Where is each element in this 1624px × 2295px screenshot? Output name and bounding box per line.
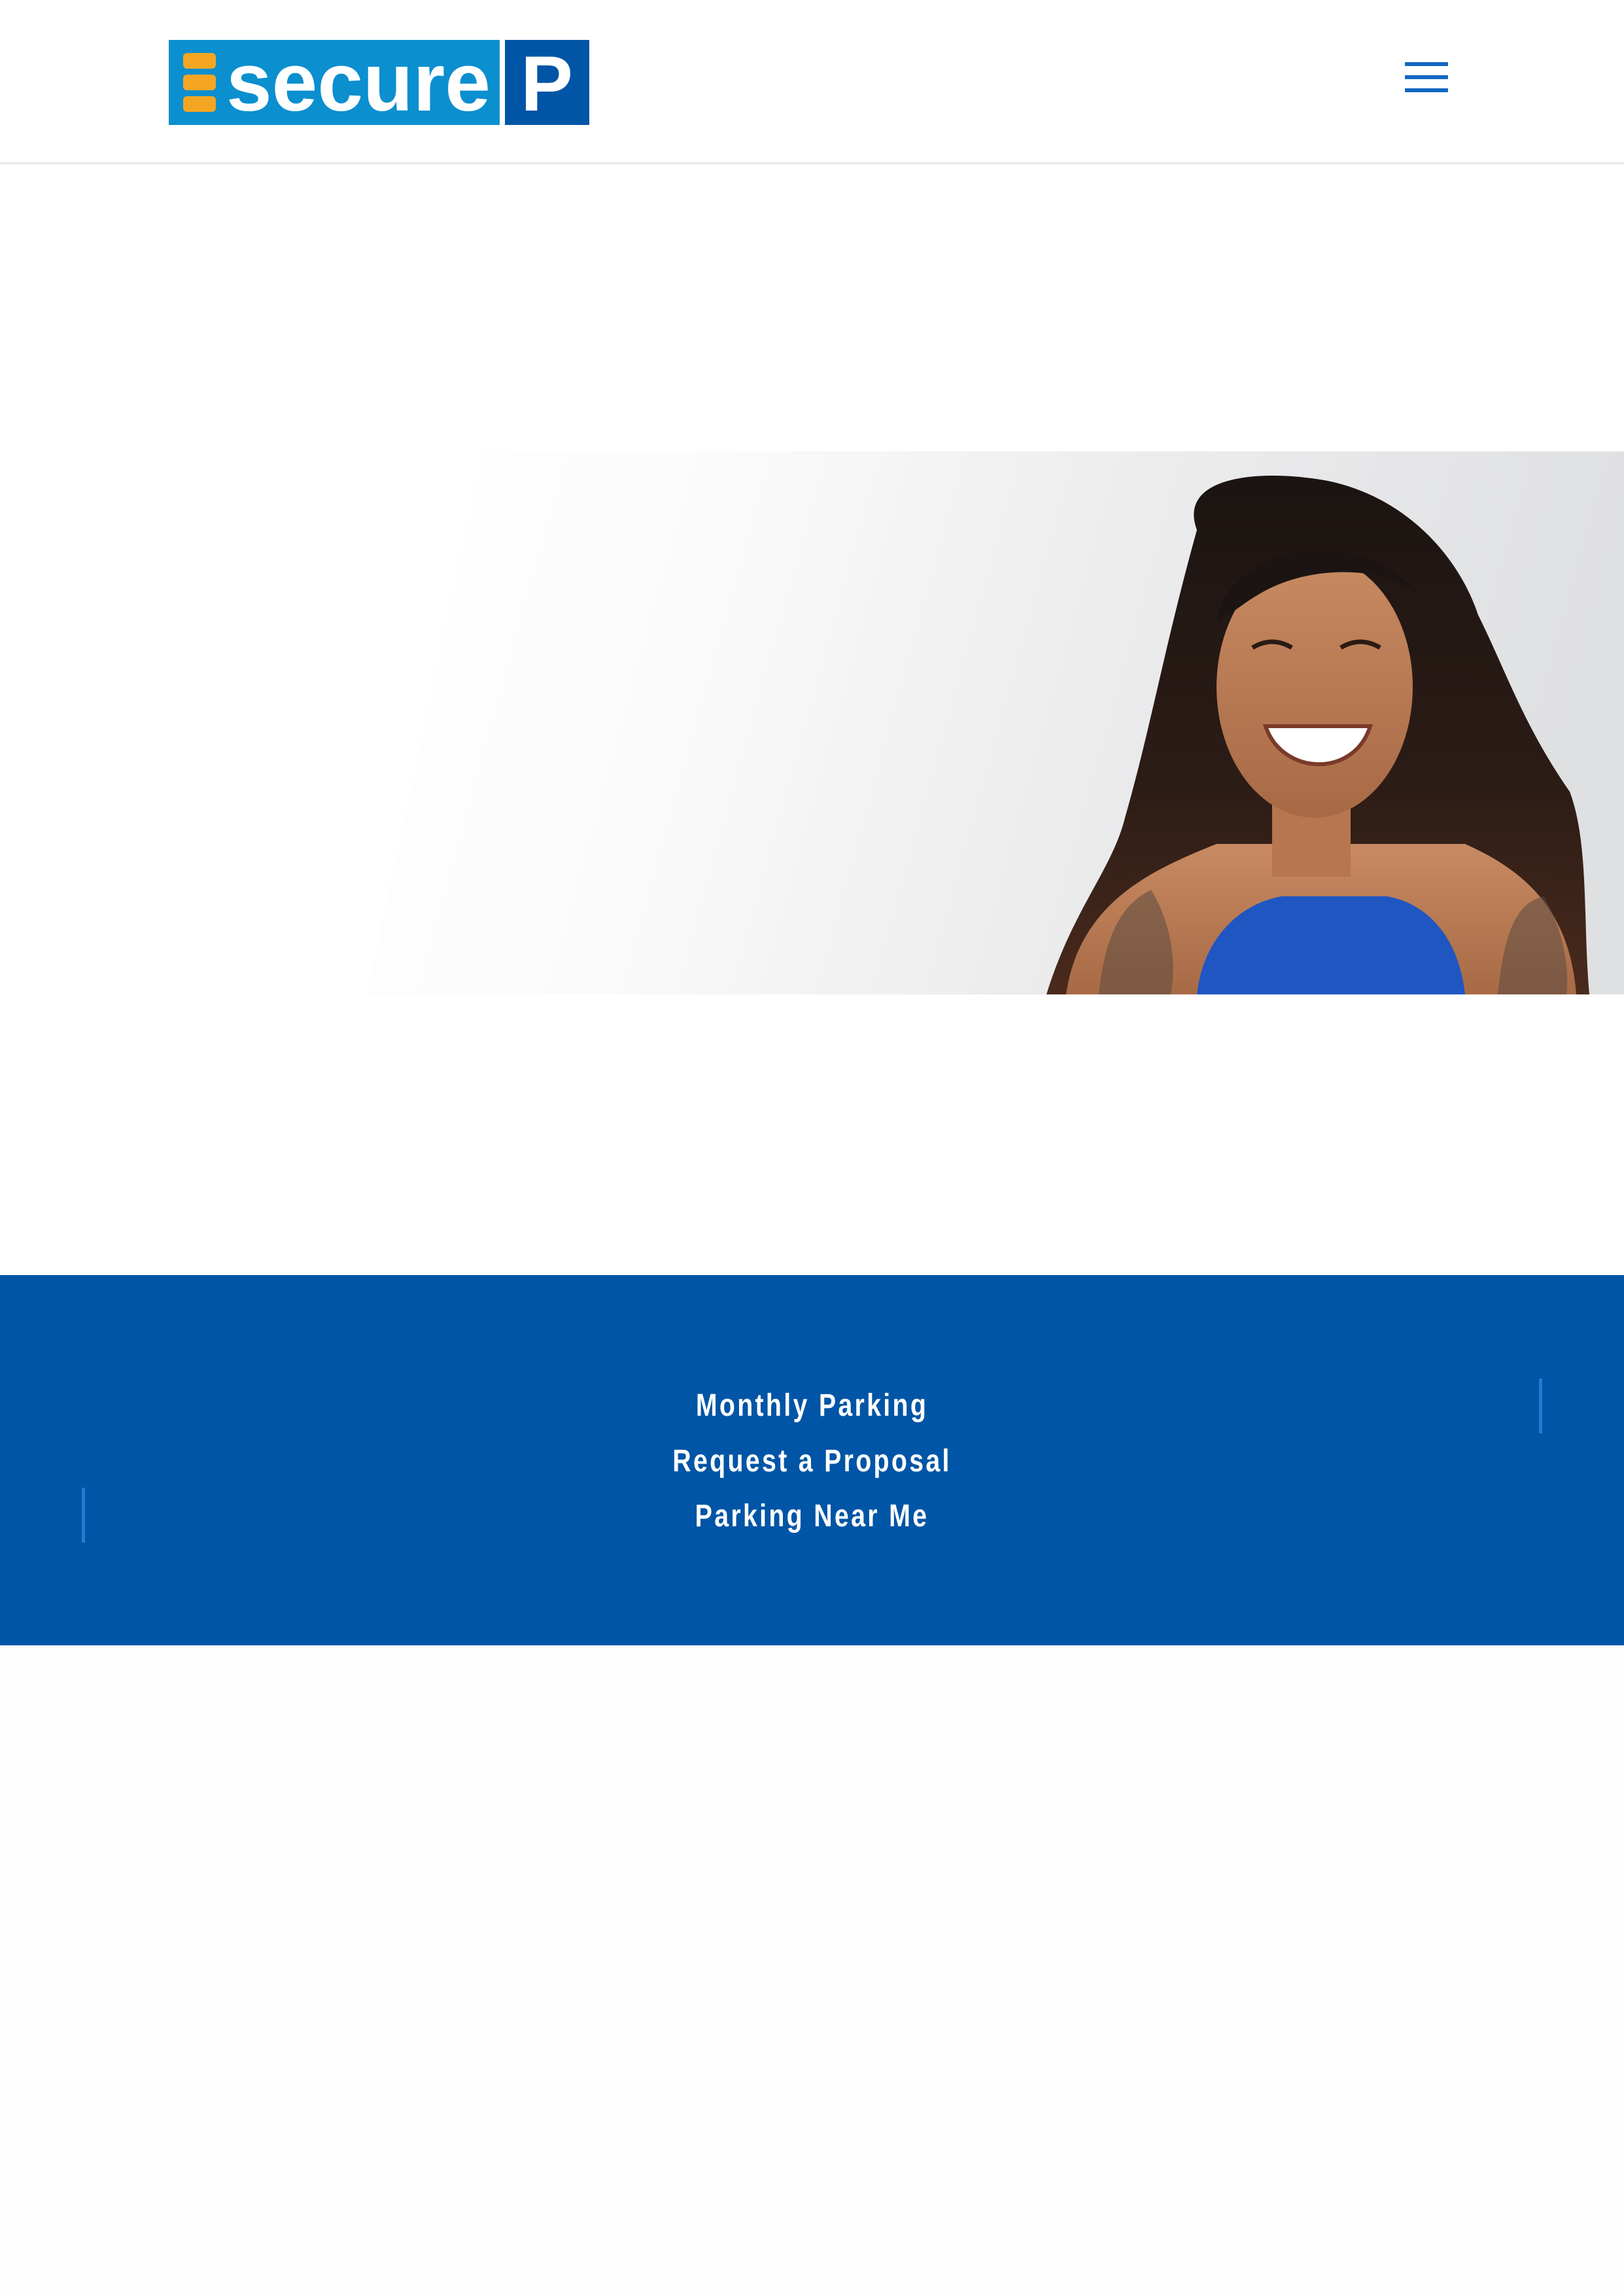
footer-nav: Monthly Parking Request a Proposal Parki… bbox=[0, 1275, 1624, 1645]
footer-link-request-proposal[interactable]: Request a Proposal bbox=[146, 1442, 1477, 1481]
footer-links-band: Monthly Parking Request a Proposal Parki… bbox=[0, 1275, 1624, 1645]
decorative-divider-left bbox=[82, 1488, 85, 1543]
logo-wordmark: secure bbox=[226, 40, 491, 125]
logo-badge: P bbox=[521, 40, 573, 125]
page: secure P Monthly Parking Request a Propo… bbox=[0, 0, 1624, 2295]
footer-link-parking-near-me[interactable]: Parking Near Me bbox=[146, 1497, 1477, 1536]
hero-image bbox=[0, 451, 1624, 994]
hero-illustration bbox=[366, 451, 1624, 994]
footer-link-monthly-parking[interactable]: Monthly Parking bbox=[146, 1386, 1477, 1426]
blank-content-area bbox=[0, 1645, 1624, 2295]
hamburger-menu-icon[interactable] bbox=[1405, 60, 1448, 96]
secure-p-logo[interactable]: secure P bbox=[169, 40, 589, 125]
site-header: secure P bbox=[0, 0, 1624, 164]
decorative-divider-right bbox=[1539, 1378, 1542, 1433]
